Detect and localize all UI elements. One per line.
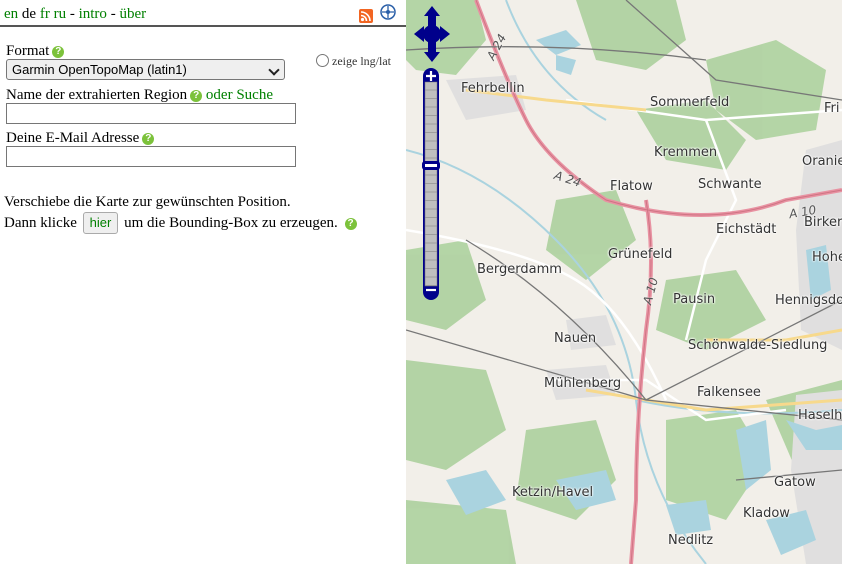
instruction-line-1: Verschiebe die Karte zur gewünschten Pos… (4, 194, 291, 210)
place-label: Eichstädt (716, 222, 777, 237)
region-label: Name der extrahierten Region (6, 87, 188, 103)
place-label: Ketzin/Havel (512, 485, 594, 500)
about-link[interactable]: über (119, 6, 146, 22)
format-select[interactable]: Garmin OpenTopoMap (latin1) (6, 59, 285, 80)
place-label: Kremmen (654, 145, 718, 160)
place-label: Pausin (673, 292, 716, 307)
lnglat-toggle[interactable]: zeige lng/lat (316, 54, 391, 68)
compass-icon[interactable] (380, 4, 396, 20)
pan-control[interactable] (414, 6, 450, 62)
format-label-row: Format? (6, 42, 65, 60)
email-label: Deine E-Mail Adresse (6, 130, 140, 146)
place-label: Kladow (743, 506, 790, 521)
place-label: Hennigsdo (775, 293, 842, 308)
separator: - (110, 6, 116, 22)
place-label: Falkensee (697, 385, 761, 400)
region-name-input[interactable] (6, 103, 296, 124)
left-panel: en de fr ru - intro - über Format? Garmi… (0, 0, 406, 564)
place-label: Schwante (698, 177, 762, 192)
place-label: Nedlitz (668, 533, 714, 548)
place-label: Flatow (610, 179, 653, 194)
rss-feed-icon[interactable] (359, 9, 373, 23)
lnglat-label: zeige lng/lat (332, 54, 391, 68)
help-icon[interactable]: ? (190, 90, 203, 102)
place-label: Hohe (812, 250, 842, 265)
help-icon[interactable]: ? (52, 46, 65, 58)
region-label-row: Name der extrahierten Region? oder Suche (6, 86, 273, 104)
lang-de-current: de (21, 6, 37, 22)
chevron-down-icon (268, 64, 280, 76)
intro-link[interactable]: intro (79, 6, 107, 22)
place-label: Mühlenberg (544, 376, 622, 391)
format-label: Format (6, 43, 50, 59)
lang-ru-link[interactable]: ru (54, 6, 67, 22)
email-label-row: Deine E-Mail Adresse? (6, 129, 155, 147)
radio-icon[interactable] (316, 54, 329, 67)
place-label: Nauen (554, 331, 597, 346)
instruction-text: Dann klicke (4, 215, 77, 231)
place-label: Haselho (798, 408, 842, 423)
help-icon[interactable]: ? (344, 218, 357, 230)
lang-en-link[interactable]: en (4, 6, 18, 22)
place-label: Oranie (802, 154, 842, 169)
instruction-text: um die Bounding-Box zu erzeugen. (124, 215, 338, 231)
create-bbox-button[interactable]: hier (82, 212, 119, 234)
place-label: Fehrbellin (461, 81, 525, 96)
language-bar: en de fr ru - intro - über (4, 5, 146, 23)
instruction-line-2: Dann klicke hier um die Bounding-Box zu … (4, 212, 357, 234)
place-label: Bergerdamm (477, 262, 562, 277)
place-label: Fri (824, 101, 840, 116)
place-label: Gatow (774, 475, 816, 490)
separator: - (69, 6, 75, 22)
help-icon[interactable]: ? (142, 133, 155, 145)
email-input[interactable] (6, 146, 296, 167)
place-label: Grünefeld (608, 247, 673, 262)
format-selected-value: Garmin OpenTopoMap (latin1) (12, 62, 187, 77)
header-divider (0, 25, 406, 27)
map-viewport[interactable]: Fehrbellin Sommerfeld Fri Kremmen Oranie Flat… (406, 0, 842, 564)
search-link[interactable]: oder Suche (206, 87, 273, 103)
zoom-slider[interactable] (421, 68, 441, 300)
place-label: Schönwalde-Siedlung (688, 338, 828, 353)
place-label: Sommerfeld (650, 95, 730, 110)
lang-fr-link[interactable]: fr (40, 6, 50, 22)
